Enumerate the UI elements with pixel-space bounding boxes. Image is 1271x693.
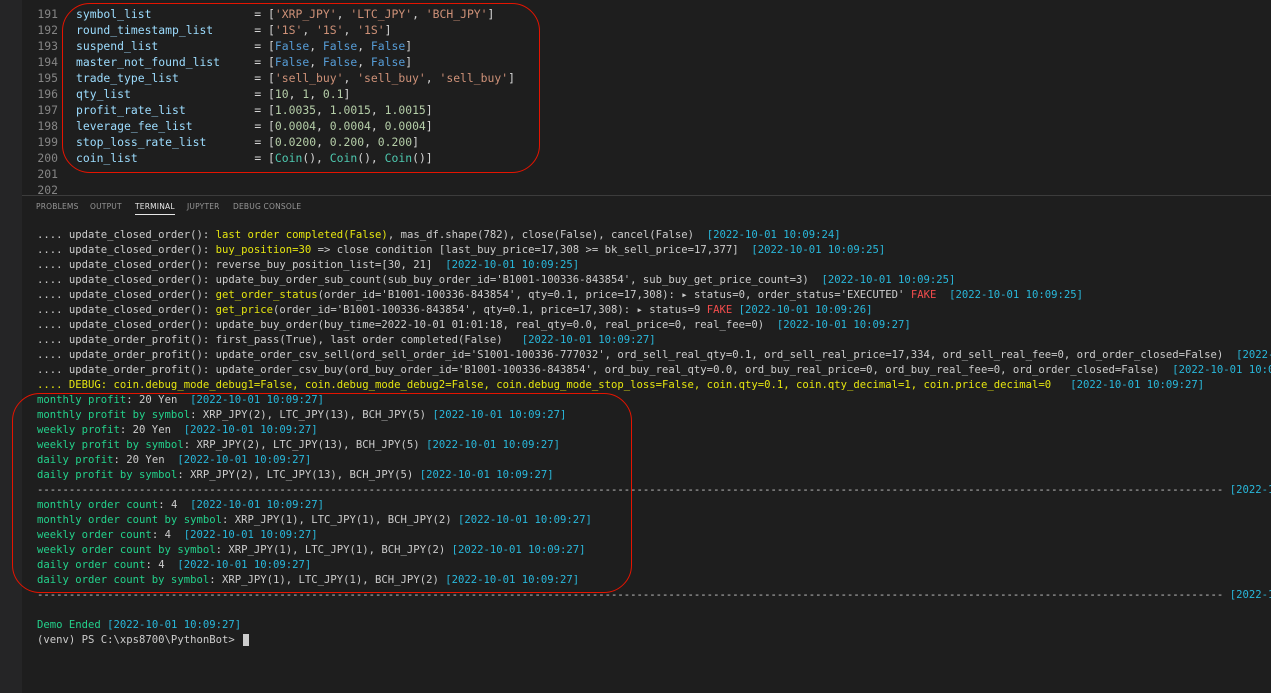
line-number: 192 — [37, 23, 58, 37]
line-number: 196 — [37, 87, 58, 101]
terminal-line: .... update_order_profit(): update_order… — [37, 364, 1271, 376]
panel-tab-bar: PROBLEMS OUTPUT TERMINAL JUPYTER DEBUG C… — [22, 197, 1271, 219]
terminal-line: .... update_order_profit(): update_order… — [37, 349, 1271, 361]
terminal-line: .... update_closed_order(): reverse_buy_… — [37, 259, 580, 271]
panel-divider[interactable] — [22, 195, 1271, 196]
tab-jupyter[interactable]: JUPYTER — [187, 202, 220, 211]
line-number: 198 — [37, 119, 58, 133]
highlight-box-config — [62, 3, 540, 173]
line-number: 197 — [37, 103, 58, 117]
tab-terminal[interactable]: TERMINAL — [135, 202, 175, 215]
tab-debug-console[interactable]: DEBUG CONSOLE — [233, 202, 301, 211]
tab-problems[interactable]: PROBLEMS — [36, 202, 79, 211]
terminal-cursor — [243, 634, 250, 646]
activity-gutter — [0, 0, 22, 693]
line-number: 201 — [37, 167, 58, 181]
line-number: 199 — [37, 135, 58, 149]
terminal-line: .... update_closed_order(): update_buy_o… — [37, 274, 956, 286]
terminal-line: .... update_closed_order(): last order c… — [37, 229, 841, 241]
highlight-box-summary — [12, 393, 632, 593]
terminal-line: .... update_closed_order(): buy_position… — [37, 244, 886, 256]
terminal-line: .... DEBUG: coin.debug_mode_debug1=False… — [37, 379, 1205, 391]
line-number: 194 — [37, 55, 58, 69]
line-number: 195 — [37, 71, 58, 85]
line-number: 193 — [37, 39, 58, 53]
line-number: 200 — [37, 151, 58, 165]
terminal-line: .... update_closed_order(): get_order_st… — [37, 289, 1084, 301]
terminal-line: Demo Ended [2022-10-01 10:09:27] — [37, 619, 242, 631]
terminal-line: (venv) PS C:\xps8700\PythonBot> — [37, 633, 250, 648]
terminal-line: .... update_order_profit(): first_pass(T… — [37, 334, 656, 346]
line-number: 191 — [37, 7, 58, 21]
terminal-line: .... update_closed_order(): get_price(or… — [37, 304, 873, 316]
terminal-line: .... update_closed_order(): update_buy_o… — [37, 319, 911, 331]
tab-output[interactable]: OUTPUT — [90, 202, 122, 211]
